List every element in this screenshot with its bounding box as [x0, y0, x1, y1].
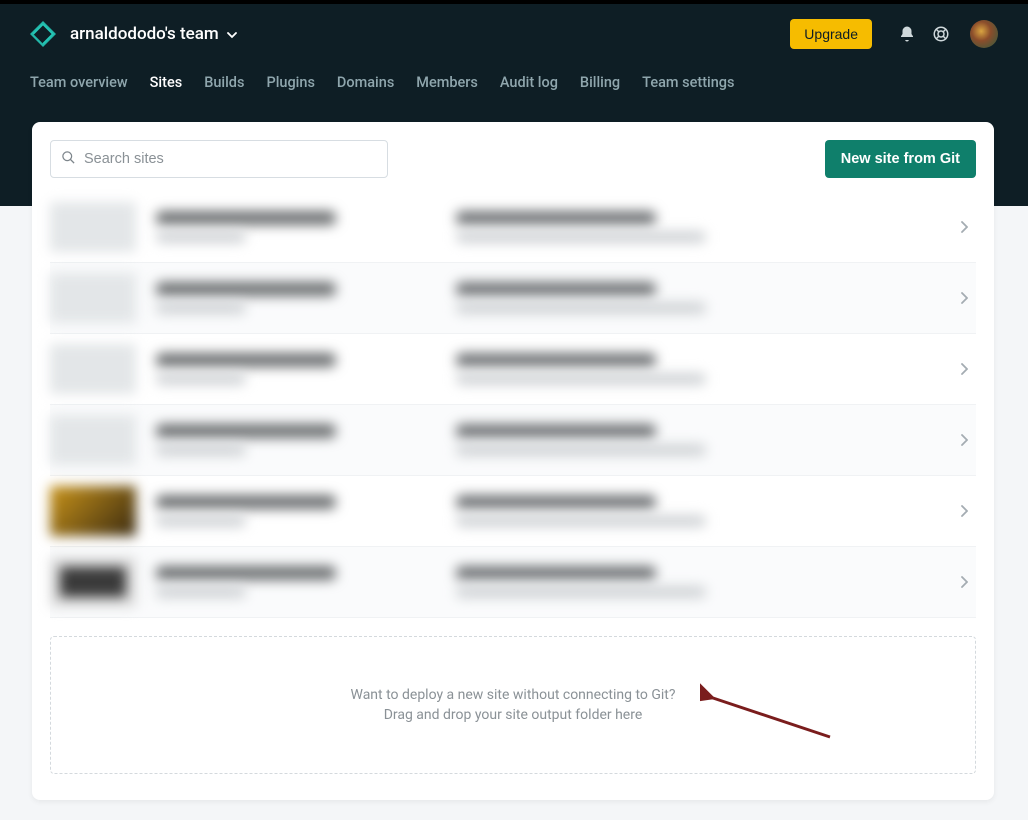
site-name-blurred — [156, 282, 336, 296]
site-subtext-blurred — [156, 444, 246, 456]
nav-item-team-overview[interactable]: Team overview — [30, 70, 128, 95]
site-name-blurred — [156, 353, 336, 367]
netlify-logo-icon[interactable] — [30, 21, 56, 47]
site-deploy-blurred — [456, 211, 656, 225]
site-name-blurred — [156, 211, 336, 225]
new-site-from-git-button[interactable]: New site from Git — [825, 140, 976, 178]
nav-item-members[interactable]: Members — [416, 70, 478, 95]
site-name-blurred — [156, 424, 336, 438]
site-row[interactable] — [50, 334, 976, 405]
site-deploy-sub-blurred — [456, 302, 706, 314]
dropzone-text-1: Want to deploy a new site without connec… — [351, 687, 676, 703]
help-lifering-icon[interactable] — [932, 25, 950, 43]
dropzone-text-2: Drag and drop your site output folder he… — [384, 707, 643, 723]
team-switcher[interactable]: arnaldododo's team — [70, 24, 237, 44]
site-deploy-sub-blurred — [456, 515, 706, 527]
site-deploy-blurred — [456, 353, 656, 367]
site-row[interactable] — [50, 263, 976, 334]
chevron-right-icon — [960, 218, 968, 237]
notifications-bell-icon[interactable] — [898, 25, 916, 43]
avatar[interactable] — [970, 20, 998, 48]
site-thumbnail — [50, 486, 136, 536]
nav-item-plugins[interactable]: Plugins — [266, 70, 314, 95]
nav-item-billing[interactable]: Billing — [580, 70, 620, 95]
site-deploy-sub-blurred — [456, 373, 706, 385]
dropzone[interactable]: Want to deploy a new site without connec… — [50, 636, 976, 774]
site-deploy-sub-blurred — [456, 444, 706, 456]
site-deploy-sub-blurred — [456, 586, 706, 598]
chevron-right-icon — [960, 289, 968, 308]
search-icon — [61, 150, 76, 169]
nav-item-builds[interactable]: Builds — [204, 70, 244, 95]
chevron-right-icon — [960, 573, 968, 592]
chevron-right-icon — [960, 360, 968, 379]
site-subtext-blurred — [156, 302, 246, 314]
site-name-blurred — [156, 495, 336, 509]
site-thumbnail — [50, 273, 136, 323]
search-input[interactable] — [84, 151, 377, 167]
site-thumbnail — [50, 202, 136, 252]
site-thumbnail — [50, 415, 136, 465]
site-row[interactable] — [50, 547, 976, 618]
site-deploy-sub-blurred — [456, 231, 706, 243]
site-subtext-blurred — [156, 373, 246, 385]
site-thumbnail — [50, 344, 136, 394]
team-name-label: arnaldododo's team — [70, 24, 219, 44]
nav-item-domains[interactable]: Domains — [337, 70, 394, 95]
search-input-wrap[interactable] — [50, 140, 388, 178]
site-row[interactable] — [50, 476, 976, 547]
sites-card: New site from Git — [32, 122, 994, 800]
site-row[interactable] — [50, 192, 976, 263]
site-subtext-blurred — [156, 515, 246, 527]
team-nav: Team overview Sites Builds Plugins Domains Me… — [30, 64, 998, 95]
site-name-blurred — [156, 566, 336, 580]
site-subtext-blurred — [156, 586, 246, 598]
sites-list — [50, 192, 976, 618]
chevron-right-icon — [960, 502, 968, 521]
upgrade-button[interactable]: Upgrade — [790, 19, 872, 49]
nav-item-team-settings[interactable]: Team settings — [642, 70, 734, 95]
site-deploy-blurred — [456, 282, 656, 296]
site-deploy-blurred — [456, 495, 656, 509]
nav-item-audit-log[interactable]: Audit log — [500, 70, 558, 95]
site-deploy-blurred — [456, 424, 656, 438]
site-row[interactable] — [50, 405, 976, 476]
chevron-right-icon — [960, 431, 968, 450]
nav-item-sites[interactable]: Sites — [150, 70, 183, 95]
site-thumbnail — [50, 557, 136, 607]
site-subtext-blurred — [156, 231, 246, 243]
site-deploy-blurred — [456, 566, 656, 580]
chevron-down-icon — [227, 24, 237, 44]
